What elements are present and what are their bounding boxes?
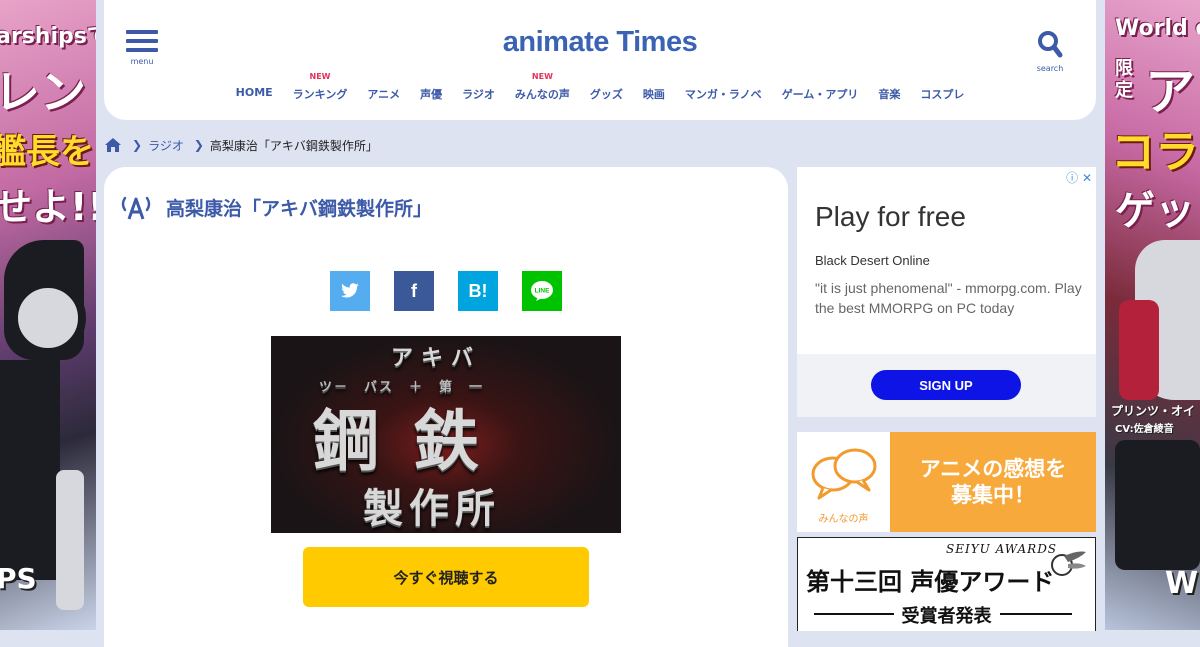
facebook-share-button[interactable]: f: [394, 271, 434, 311]
nav-item-music[interactable]: 音楽: [868, 72, 910, 102]
banner-text: 艦長を: [0, 132, 94, 172]
breadcrumb: ❯ ラジオ ❯ 高梨康治「アキバ鋼鉄製作所」: [104, 134, 378, 156]
impressions-banner-message: アニメの感想を 募集中！: [890, 432, 1096, 532]
right-side-ad-banner[interactable]: World o 限定 ア コラ ゲッ プリンツ・オイ CV:佐倉綾音 W: [1105, 0, 1200, 630]
nav-item-seiyu[interactable]: 声優: [410, 72, 452, 102]
nav-item-movie[interactable]: 映画: [633, 72, 675, 102]
ad-title: Play for free: [815, 201, 966, 232]
nav-label: HOME: [235, 86, 273, 99]
banner-artwork: [1119, 300, 1159, 400]
impressions-banner-icon-area: みんなの声: [797, 432, 890, 532]
speech-bubbles-icon: [811, 448, 877, 500]
ad-choices-close-icon[interactable]: ⓘ ✕: [1066, 169, 1092, 186]
nav-item-radio[interactable]: ラジオ: [452, 72, 505, 102]
line-icon-text: LINE: [535, 288, 550, 295]
logo-text-part2: imate Times: [535, 26, 698, 58]
banner-text: 限定: [1115, 58, 1133, 101]
article-card: 高梨康治「アキバ鋼鉄製作所」 f B! LINE アキバ ツ－ バス ＋ 第 一…: [104, 167, 788, 647]
ad-brand: Black Desert Online: [815, 253, 930, 268]
banner-text: arshipsで: [0, 24, 96, 49]
nav-item-goods[interactable]: グッズ: [580, 72, 633, 102]
left-side-ad-banner[interactable]: arshipsで レン 艦長を せよ!! PS: [0, 0, 96, 630]
nav-label: ランキング: [292, 88, 348, 101]
thumbnail-text: 製作所: [363, 486, 501, 532]
impressions-caption: みんなの声: [818, 514, 869, 525]
chevron-right-icon: ❯: [132, 138, 143, 152]
banner-text: せよ!!: [0, 185, 96, 229]
nav-item-anime[interactable]: アニメ: [357, 72, 410, 102]
impressions-banner[interactable]: みんなの声 アニメの感想を 募集中！: [797, 432, 1096, 532]
banner-text: PS: [0, 562, 37, 595]
nav-label: 音楽: [878, 88, 901, 101]
hatena-bookmark-share-button[interactable]: B!: [458, 271, 498, 311]
banner-text: レン: [0, 65, 86, 119]
banner-artwork: [10, 280, 86, 356]
banner-text: CV:佐倉綾音: [1115, 424, 1174, 435]
nav-label: ゲーム・アプリ: [781, 88, 859, 101]
main-nav: HOME NEW ランキング アニメ 声優 ラジオ NEW みんなの声 グッズ …: [104, 72, 1096, 102]
article-thumbnail-image[interactable]: アキバ ツ－ バス ＋ 第 一 鋼鉄 製作所: [271, 336, 621, 533]
banner-text: ゲッ: [1115, 188, 1195, 234]
banner-text: W: [1165, 566, 1199, 601]
nav-item-game[interactable]: ゲーム・アプリ: [772, 72, 869, 102]
nav-item-ranking[interactable]: NEW ランキング: [283, 72, 358, 102]
sidebar-ad[interactable]: ⓘ ✕ Play for free Black Desert Online "i…: [797, 167, 1096, 417]
site-header: menu animate Times search HOME NEW ランキング…: [104, 0, 1096, 120]
awards-subtitle: 受賞者発表: [798, 602, 1095, 628]
banner-artwork: [0, 360, 60, 580]
nav-item-cosplay[interactable]: コスプレ: [910, 72, 974, 102]
line-share-button[interactable]: LINE: [522, 271, 562, 311]
impressions-line-1: アニメの感想を: [919, 457, 1067, 481]
banner-artwork: [56, 470, 84, 610]
nav-label: マンガ・ラノベ: [684, 88, 762, 101]
banner-text: ア: [1145, 63, 1195, 121]
logo-text-part1: an: [502, 26, 536, 58]
banner-text: プリンツ・オイ: [1111, 404, 1196, 418]
ad-signup-button[interactable]: SIGN UP: [871, 370, 1021, 400]
article-title-row: 高梨康治「アキバ鋼鉄製作所」: [120, 194, 432, 221]
home-breadcrumb-link[interactable]: [104, 137, 122, 153]
watch-now-button[interactable]: 今すぐ視聴する: [303, 547, 589, 607]
search-icon: [1038, 31, 1063, 58]
nav-label: 声優: [420, 88, 443, 101]
nav-item-home[interactable]: HOME: [226, 72, 283, 102]
search-button[interactable]: search: [1034, 30, 1066, 73]
nav-label: 映画: [642, 88, 665, 101]
nav-label: みんなの声: [514, 88, 570, 101]
nav-item-minna-no-koe[interactable]: NEW みんなの声: [505, 72, 580, 102]
awards-subtitle-text: 受賞者発表: [893, 606, 1000, 627]
thumbnail-text: アキバ: [391, 346, 482, 371]
nav-label: グッズ: [589, 88, 623, 101]
home-icon: [105, 138, 121, 152]
nav-item-manga[interactable]: マンガ・ラノベ: [675, 72, 772, 102]
thumbnail-text: 鋼鉄: [313, 403, 513, 480]
line-icon: LINE: [531, 281, 553, 301]
chevron-right-icon: ❯: [193, 138, 204, 152]
nav-label: コスプレ: [920, 88, 965, 101]
seiyu-awards-banner[interactable]: SEIYU AWARDS 第十三回 声優アワード 受賞者発表: [797, 537, 1096, 631]
facebook-icon: f: [411, 280, 417, 301]
nav-label: ラジオ: [462, 88, 495, 101]
page-title: 高梨康治「アキバ鋼鉄製作所」: [166, 198, 433, 220]
breadcrumb-current: 高梨康治「アキバ鋼鉄製作所」: [209, 138, 378, 153]
banner-artwork: [1115, 440, 1200, 570]
radio-broadcast-icon: [121, 196, 151, 219]
hatena-bookmark-icon: B!: [468, 280, 488, 301]
impressions-line-2: 募集中！: [951, 483, 1035, 507]
new-badge: NEW: [309, 72, 331, 81]
ad-description: "it is just phenomenal" - mmorpg.com. Pl…: [815, 280, 1082, 316]
twitter-icon: [341, 283, 359, 298]
twitter-share-button[interactable]: [330, 271, 370, 311]
awards-main-title: 第十三回 声優アワード: [806, 567, 1055, 596]
ad-content: ⓘ ✕ Play for free Black Desert Online "i…: [797, 167, 1096, 354]
new-badge: NEW: [531, 72, 553, 81]
share-buttons: f B! LINE: [330, 271, 586, 311]
banner-text: World o: [1115, 16, 1200, 41]
site-logo[interactable]: animate Times: [104, 26, 1096, 59]
breadcrumb-category[interactable]: ラジオ: [148, 137, 184, 154]
banner-text: コラ: [1111, 127, 1199, 178]
nav-label: アニメ: [367, 88, 401, 101]
